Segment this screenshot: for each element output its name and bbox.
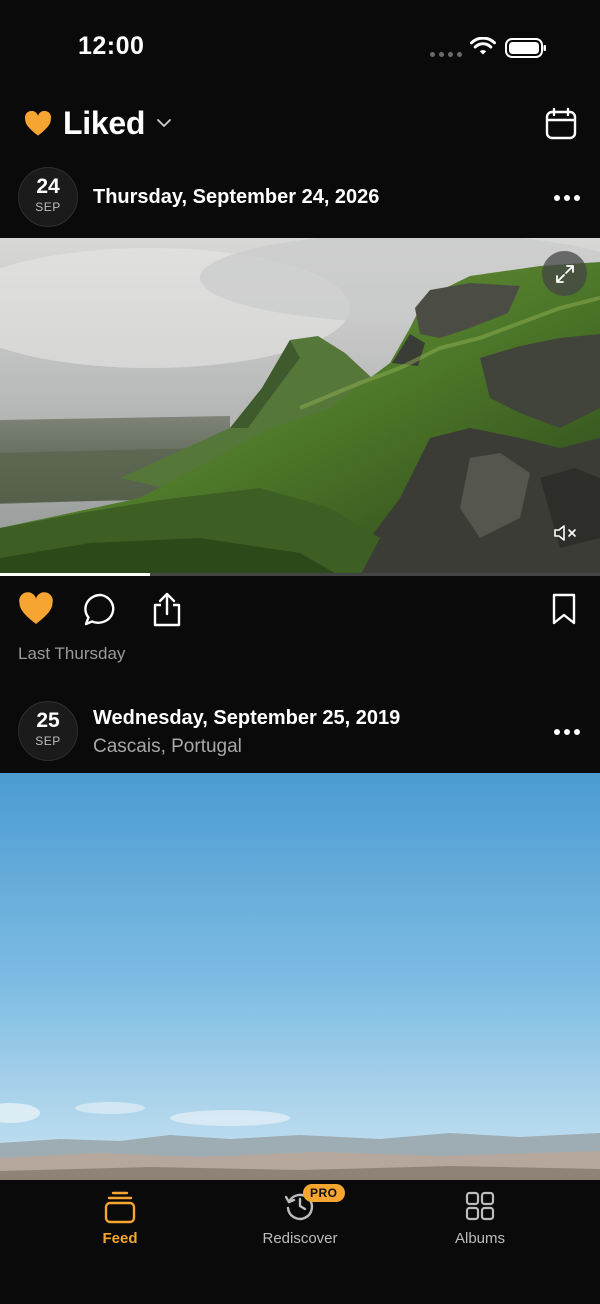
date-badge: 25 SEP xyxy=(18,701,78,761)
tab-feed[interactable]: Feed xyxy=(45,1180,195,1260)
tab-albums[interactable]: Albums xyxy=(405,1180,555,1260)
comment-icon[interactable] xyxy=(83,592,119,628)
expand-button[interactable] xyxy=(542,251,587,296)
tab-label: Albums xyxy=(454,1230,506,1247)
share-icon[interactable] xyxy=(150,592,184,628)
post-location[interactable]: Cascais, Portugal xyxy=(93,736,242,758)
pro-badge: PRO xyxy=(303,1184,345,1202)
status-time: 12:00 xyxy=(78,32,145,60)
more-icon[interactable] xyxy=(552,193,582,203)
badge-month: SEP xyxy=(35,200,61,214)
page-title[interactable]: Liked xyxy=(63,105,145,142)
wifi-icon xyxy=(470,37,496,55)
badge-day: 24 xyxy=(36,175,60,198)
grid-icon xyxy=(465,1191,495,1221)
tab-bar: Feed PRO Rediscover Albums xyxy=(0,1180,600,1304)
tab-label: Rediscover xyxy=(262,1230,338,1247)
video-progress-bar[interactable] xyxy=(0,573,600,576)
post-video[interactable] xyxy=(0,238,600,576)
tab-label: Feed xyxy=(102,1230,138,1247)
post-header: 25 SEP Wednesday, September 25, 2019 Cas… xyxy=(0,701,600,767)
post-timestamp: Last Thursday xyxy=(18,644,126,663)
badge-day: 25 xyxy=(36,709,60,732)
cellular-signal-icon xyxy=(430,52,462,57)
calendar-icon[interactable] xyxy=(544,107,578,141)
chevron-down-icon[interactable] xyxy=(156,118,172,128)
post-actions xyxy=(0,584,600,634)
expand-icon xyxy=(555,264,574,283)
status-bar: 12:00 xyxy=(0,0,600,96)
app-header: Liked xyxy=(0,96,600,160)
stack-icon xyxy=(104,1191,136,1224)
post-photo[interactable] xyxy=(0,773,600,1180)
more-icon[interactable] xyxy=(552,727,582,737)
badge-month: SEP xyxy=(35,734,61,748)
like-heart-icon[interactable] xyxy=(18,592,54,626)
post-header: 24 SEP Thursday, September 24, 2026 xyxy=(0,167,600,233)
battery-icon xyxy=(505,38,546,58)
post-date: Wednesday, September 25, 2019 xyxy=(93,707,401,729)
post-date: Thursday, September 24, 2026 xyxy=(93,186,380,208)
video-progress-fill xyxy=(0,573,150,576)
landscape-image xyxy=(0,238,600,576)
date-badge: 24 SEP xyxy=(18,167,78,227)
bookmark-icon[interactable] xyxy=(551,592,577,626)
heart-icon xyxy=(24,111,52,136)
mute-icon[interactable] xyxy=(552,523,578,543)
sky-image xyxy=(0,773,600,1180)
tab-rediscover[interactable]: PRO Rediscover xyxy=(225,1180,375,1260)
